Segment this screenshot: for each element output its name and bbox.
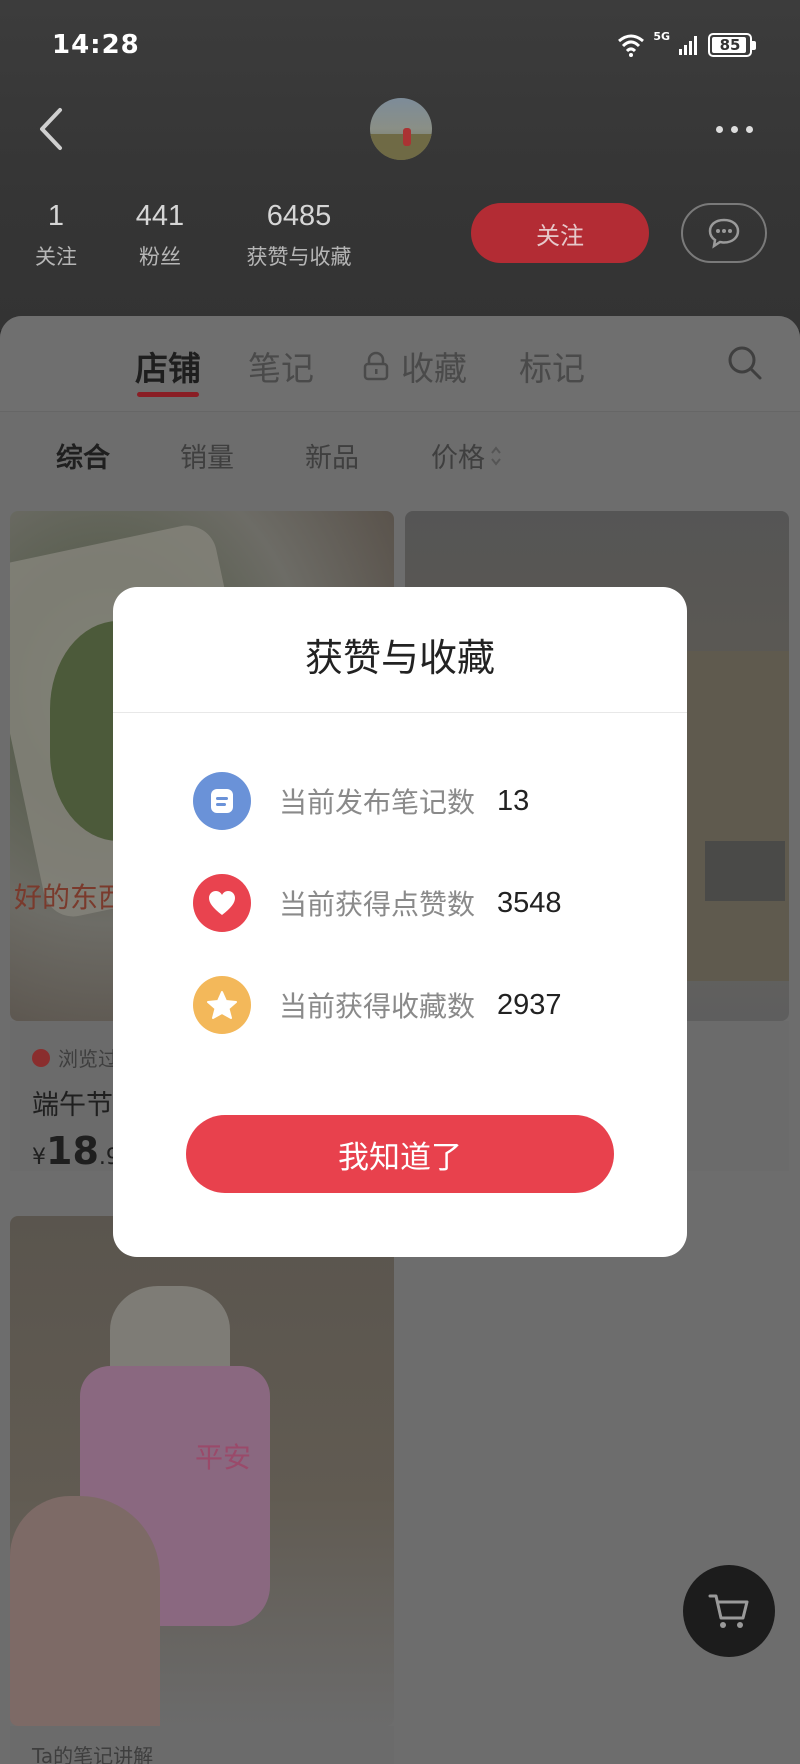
got-it-button[interactable]: 我知道了 (186, 1115, 614, 1193)
search-icon[interactable] (726, 344, 764, 382)
stat-row-likes: 当前获得点赞数 3548 (193, 873, 562, 933)
filter-sales[interactable]: 销量 (180, 436, 234, 475)
heart-icon (193, 874, 251, 932)
product-tag: Ta的笔记讲解 (32, 1744, 154, 1764)
filter-price-label: 价格 (431, 443, 485, 474)
product-card-info[interactable]: Ta的笔记讲解 (10, 1726, 394, 1764)
chat-bubble-icon (708, 218, 740, 249)
stat-row-value: 3548 (497, 886, 562, 919)
back-arrow-icon[interactable] (34, 106, 68, 152)
product-tag: 浏览过 (32, 1043, 118, 1072)
stat-value: 441 (135, 200, 185, 232)
stat-row-label: 当前获得收藏数 (279, 990, 476, 1023)
avatar[interactable] (370, 98, 432, 160)
active-tab-indicator (137, 392, 199, 397)
pouch-embroidered-text: 平安 (195, 1441, 252, 1474)
filter-new[interactable]: 新品 (305, 436, 359, 475)
follow-button[interactable]: 关注 (471, 203, 649, 263)
stat-row-value: 2937 (497, 988, 562, 1021)
product-title: 端午节 (32, 1090, 113, 1121)
stat-row-collects: 当前获得收藏数 2937 (193, 975, 562, 1035)
stat-value: 6485 (266, 200, 332, 232)
tag-dot-icon (32, 1048, 50, 1067)
tab-collections-label: 收藏 (401, 349, 467, 388)
stat-row-notes: 当前发布笔记数 13 (193, 771, 529, 831)
lock-icon (363, 351, 389, 381)
status-bar: 14:28 5G 85 (0, 0, 800, 90)
price-integer: 18 (46, 1129, 99, 1173)
battery-level: 85 (719, 36, 741, 54)
product-price: ¥18.9 (32, 1129, 120, 1173)
stat-row-label: 当前发布笔记数 (279, 786, 476, 819)
product-tag-label: 浏览过 (58, 1047, 118, 1071)
cart-button[interactable] (683, 1565, 775, 1657)
filter-price[interactable]: 价格 (431, 436, 503, 475)
notes-icon (193, 772, 251, 830)
stat-value: 1 (47, 200, 65, 232)
tab-notes[interactable]: 笔记 (248, 342, 314, 390)
stat-following[interactable]: 1 关注 (30, 200, 82, 271)
stat-label: 获赞与收藏 (246, 245, 352, 269)
profile-header: 14:28 5G 85 1 关注 441 粉丝 6485 获赞与收藏 关注 (0, 0, 800, 330)
star-icon (193, 976, 251, 1034)
wifi-icon (618, 34, 645, 57)
dialog-title: 获赞与收藏 (304, 636, 495, 680)
sort-arrows-icon (491, 445, 501, 466)
signal-icon (679, 36, 697, 55)
stat-fans[interactable]: 441 粉丝 (134, 200, 186, 271)
more-options-icon[interactable] (716, 118, 760, 140)
stat-label: 粉丝 (139, 245, 181, 269)
stat-row-value: 13 (497, 784, 530, 817)
battery-icon: 85 (708, 33, 756, 57)
shopping-cart-icon (708, 1594, 749, 1628)
filter-bar: 综合 销量 新品 价格 (0, 412, 800, 502)
stat-likes-collects[interactable]: 6485 获赞与收藏 (238, 200, 360, 271)
stat-row-label: 当前获得点赞数 (279, 888, 476, 921)
price-currency: ¥ (32, 1145, 46, 1170)
status-icons: 5G 85 (617, 30, 756, 60)
filter-comprehensive[interactable]: 综合 (56, 436, 110, 475)
product-card-image[interactable]: 平安 (10, 1216, 394, 1726)
likes-collects-dialog: 获赞与收藏 当前发布笔记数 13 当前获得点赞数 3548 当前获得收藏数 29… (113, 587, 687, 1257)
stat-label: 关注 (35, 245, 77, 269)
status-time: 14:28 (52, 30, 140, 60)
tab-collections[interactable]: 收藏 (363, 342, 467, 390)
product-image-overlay-text: 好的东西 (14, 881, 127, 914)
profile-tabs: 店铺 笔记 收藏 标记 (0, 316, 800, 412)
dialog-divider (113, 712, 687, 713)
message-button[interactable] (681, 203, 767, 263)
tab-marks[interactable]: 标记 (519, 342, 585, 390)
tab-shop[interactable]: 店铺 (135, 342, 201, 390)
network-label: 5G (653, 30, 670, 43)
